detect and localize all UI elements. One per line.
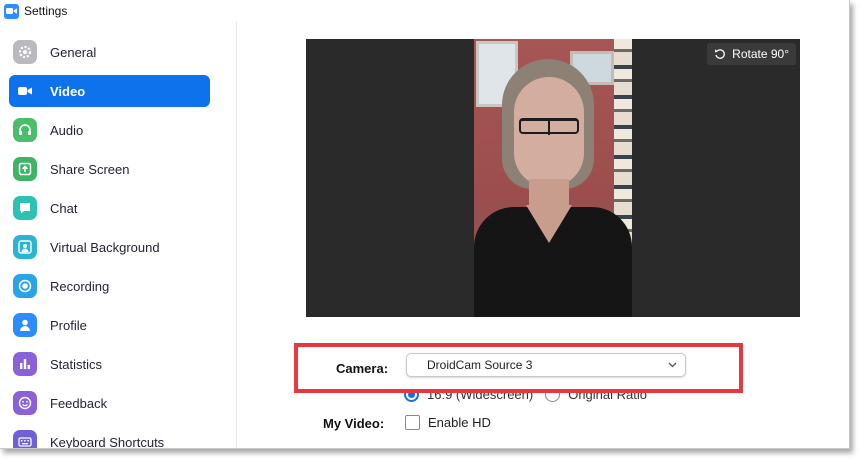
sidebar-item-chat[interactable]: Chat — [9, 192, 210, 224]
sidebar-item-audio[interactable]: Audio — [9, 114, 210, 146]
sidebar-item-recording[interactable]: Recording — [9, 270, 210, 302]
sidebar-item-feedback[interactable]: Feedback — [9, 387, 210, 419]
camera-select-value: DroidCam Source 3 — [427, 358, 533, 372]
sidebar-item-video[interactable]: Video — [9, 75, 210, 107]
sidebar-item-label: Share Screen — [50, 161, 130, 177]
bar-chart-icon — [13, 352, 37, 376]
headphones-icon — [13, 118, 37, 142]
sidebar-item-label: Feedback — [50, 395, 108, 411]
sidebar-item-label: Statistics — [50, 356, 103, 372]
my-video-label: My Video: — [323, 416, 385, 431]
enable-hd-option: Enable HD — [405, 415, 491, 430]
sidebar-item-label: Virtual Background — [50, 239, 160, 255]
camera-select[interactable]: DroidCam Source 3 — [406, 353, 686, 377]
smiley-icon — [13, 391, 37, 415]
enable-hd-label: Enable HD — [428, 415, 491, 430]
title-bar: Settings — [0, 0, 849, 22]
sidebar-item-label: Audio — [50, 122, 84, 138]
sidebar-item-statistics[interactable]: Statistics — [9, 348, 210, 380]
rotate-button-label: Rotate 90° — [732, 47, 789, 61]
record-icon — [13, 274, 37, 298]
sidebar-item-general[interactable]: General — [9, 36, 210, 68]
sidebar-item-label: Profile — [50, 317, 87, 333]
profile-icon — [13, 313, 37, 337]
video-camera-icon — [4, 3, 19, 19]
person-icon — [13, 235, 37, 259]
rotate-icon — [715, 49, 726, 59]
sidebar-item-label: Video — [50, 83, 86, 99]
sidebar-item-keyboard-shortcuts[interactable]: Keyboard Shortcuts — [9, 426, 210, 449]
chat-bubble-icon — [13, 196, 37, 220]
gear-icon — [13, 40, 37, 64]
sidebar-item-profile[interactable]: Profile — [9, 309, 210, 341]
rotate-button[interactable]: Rotate 90° — [707, 43, 796, 65]
sidebar-item-share-screen[interactable]: Share Screen — [9, 153, 210, 185]
chevron-down-icon — [668, 362, 677, 368]
settings-sidebar: General Video Audio Share Screen Chat Vi… — [0, 22, 237, 449]
sidebar-item-label: Keyboard Shortcuts — [50, 434, 165, 449]
sidebar-item-virtual-background[interactable]: Virtual Background — [9, 231, 210, 263]
window-title: Settings — [24, 4, 68, 18]
camera-row: Camera: DroidCam Source 3 — [238, 343, 849, 395]
camera-label: Camera: — [336, 361, 389, 376]
sidebar-item-label: Recording — [50, 278, 110, 294]
camera-feed-image — [474, 39, 632, 317]
camera-preview: Rotate 90° — [306, 39, 800, 317]
share-screen-icon — [13, 157, 37, 181]
video-camera-icon — [13, 79, 37, 103]
sidebar-item-label: General — [50, 44, 97, 60]
sidebar-item-label: Chat — [50, 200, 78, 216]
enable-hd-checkbox[interactable] — [405, 415, 420, 430]
settings-window: Settings General Video Audio Share Scree… — [0, 0, 850, 449]
video-settings-panel: Rotate 90° 16:9 (Widescreen) Original Ra… — [238, 22, 849, 448]
keyboard-icon — [13, 430, 37, 448]
